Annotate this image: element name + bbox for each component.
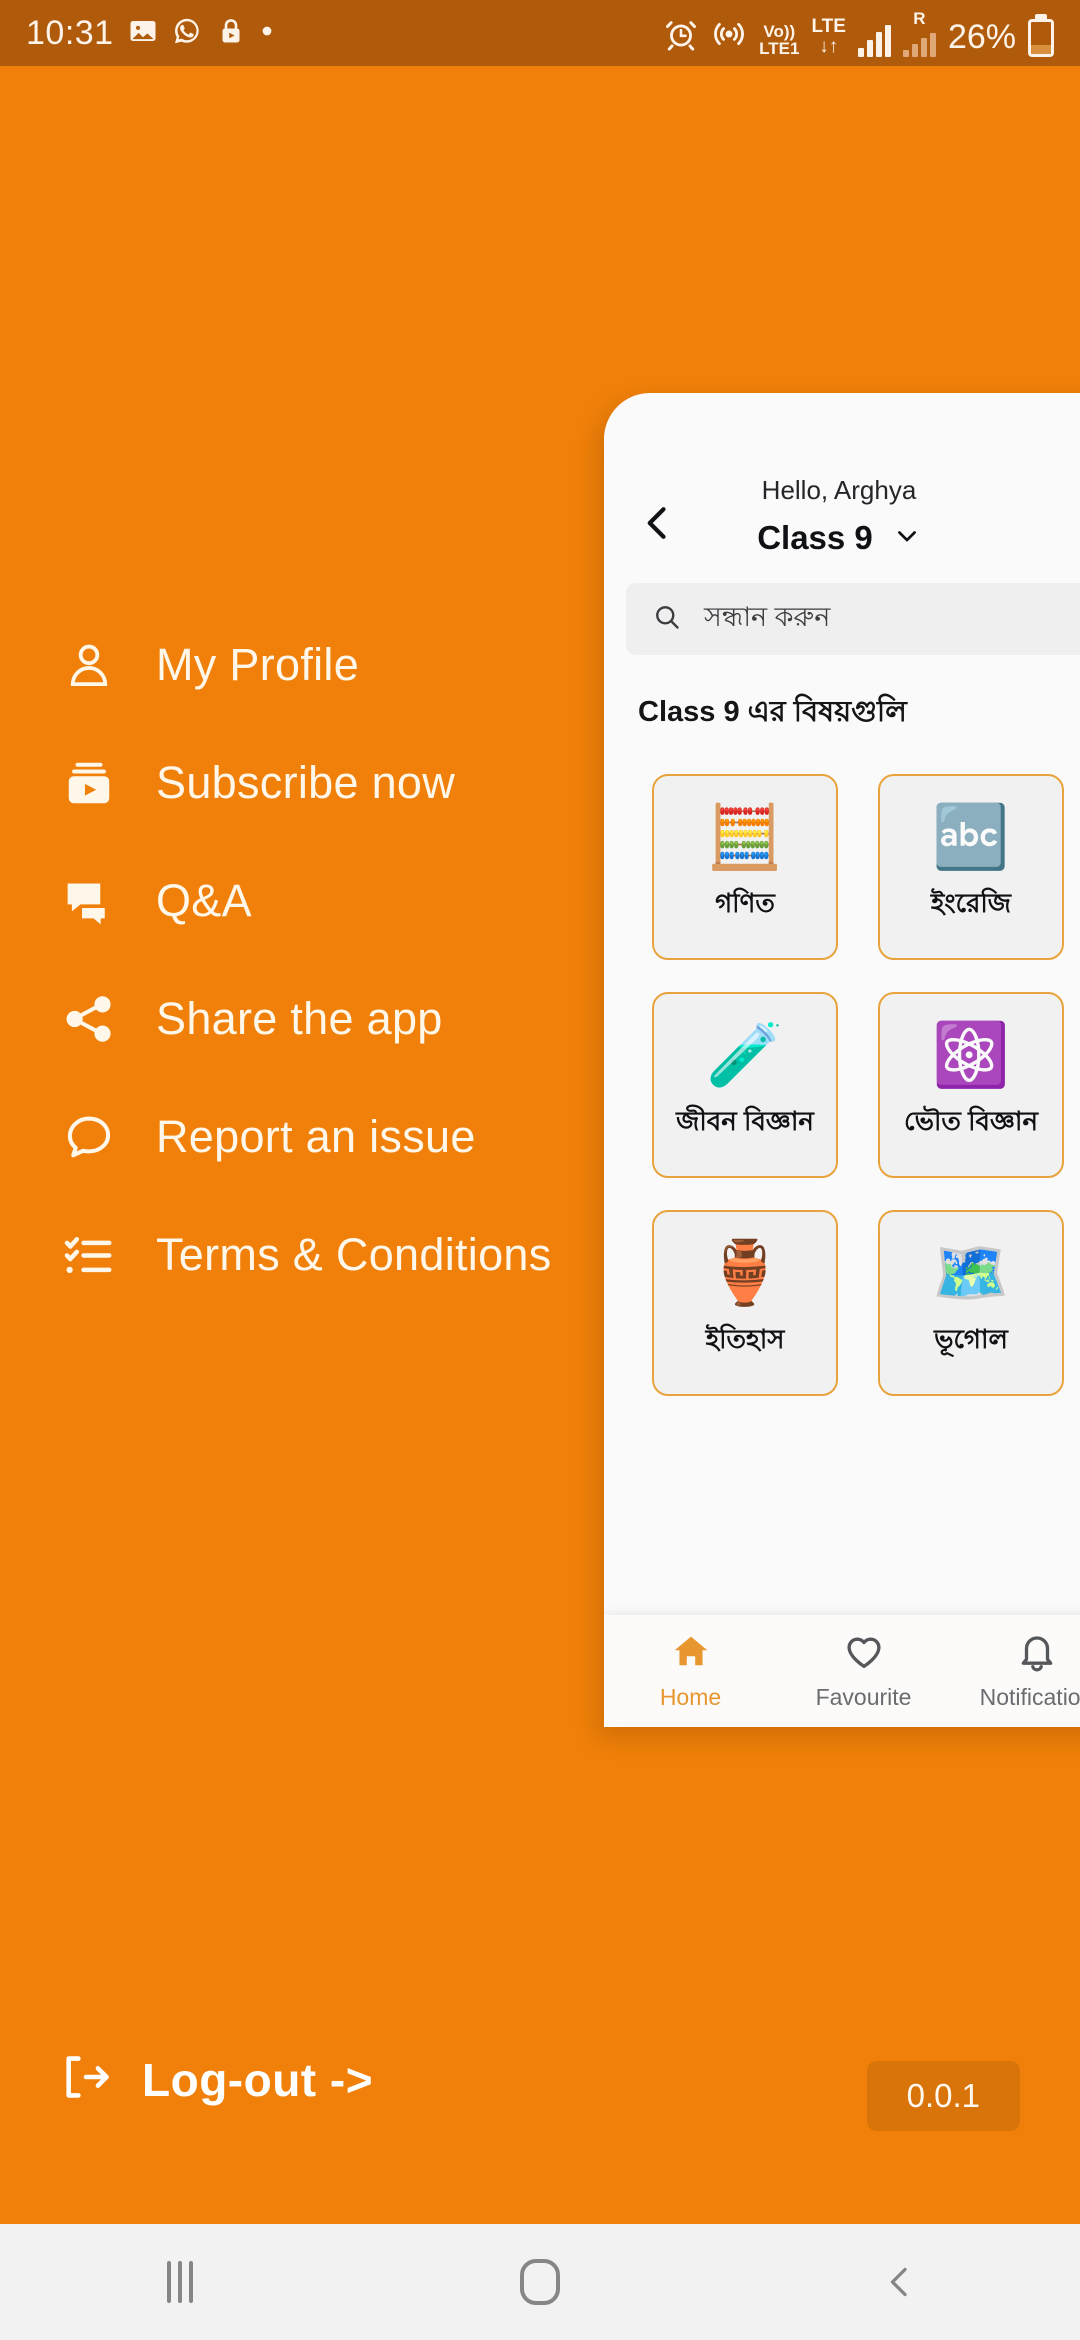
lte-line1: LTE — [811, 15, 846, 37]
status-clock: 10:31 — [26, 13, 114, 52]
hotspot-icon — [711, 16, 747, 57]
menu-label: My Profile — [156, 639, 360, 690]
signal-bars-sim2 — [902, 27, 936, 57]
dot-icon — [260, 24, 274, 43]
menu-item-report-an-issue[interactable]: Report an issue — [60, 1078, 680, 1196]
subject-label: জীবন বিজ্ঞান — [676, 1106, 814, 1136]
volte-indicator: Vo)) LTE1 — [759, 23, 799, 57]
home-icon — [670, 1631, 712, 1678]
bottom-nav-item-favourite[interactable]: Favourite — [777, 1631, 950, 1711]
status-bar-right: Vo)) LTE1 LTE ↓↑ R 26% — [663, 10, 1054, 57]
subject-card-english[interactable]: 🔤 ইংরেজি — [878, 774, 1064, 960]
user-icon — [60, 636, 118, 694]
abc-board-icon: 🔤 — [932, 803, 1010, 872]
class-name-label: Class 9 — [757, 519, 873, 556]
subscribe-icon — [60, 754, 118, 812]
subject-grid: 🧮 গণিত 🔤 ইংরেজি 🧪 জীবন বিজ্ঞান ⚛️ ভৌত বি… — [604, 774, 1080, 1396]
subject-label: ইংরেজি — [930, 888, 1012, 918]
bottom-nav-label: Notification — [979, 1684, 1080, 1710]
globe-map-icon: 🗺️ — [932, 1239, 1010, 1308]
lock-play-icon — [216, 16, 246, 51]
menu-label: Share the app — [156, 993, 443, 1044]
bottom-nav-label: Home — [659, 1684, 722, 1710]
search-input[interactable]: সন্ধান করুন — [626, 583, 1080, 655]
subject-label: ভূগোল — [934, 1324, 1008, 1354]
logout-button[interactable]: Log-out -> — [60, 2051, 373, 2108]
version-badge: 0.0.1 — [866, 2061, 1020, 2131]
subjects-section-title: Class 9 এর বিষয়গুলি — [638, 696, 907, 728]
bottom-nav-item-home[interactable]: Home — [604, 1631, 777, 1711]
signal-bars-sim1 — [857, 24, 891, 57]
lte-data-arrows: ↓↑ — [819, 35, 839, 57]
calculator-ruler-icon: 🧮 — [706, 803, 784, 872]
class-selector[interactable]: Class 9 — [604, 519, 1074, 557]
subject-card-physical-science[interactable]: ⚛️ ভৌত বিজ্ঞান — [878, 992, 1064, 1178]
menu-label: Terms & Conditions — [156, 1229, 552, 1280]
share-icon — [60, 990, 118, 1048]
search-icon — [652, 602, 682, 637]
volte-line2: LTE1 — [759, 38, 800, 58]
bell-icon — [1016, 1631, 1058, 1678]
subject-card-math[interactable]: 🧮 গণিত — [652, 774, 838, 960]
flask-leaf-icon: 🧪 — [706, 1021, 784, 1090]
menu-label: Q&A — [156, 875, 252, 926]
chat-bubbles-icon — [60, 872, 118, 930]
back-icon[interactable] — [830, 2224, 970, 2340]
chevron-down-icon — [893, 522, 921, 555]
bottom-nav-item-notification[interactable]: Notification — [950, 1631, 1080, 1711]
menu-item-q-and-a[interactable]: Q&A — [60, 842, 680, 960]
subject-card-geography[interactable]: 🗺️ ভূগোল — [878, 1210, 1064, 1396]
drawer-menu-list: My Profile Subscribe now Q&A Share the a… — [60, 606, 680, 1314]
battery-icon — [1028, 18, 1054, 57]
exit-icon — [60, 2051, 112, 2108]
subject-label: ভৌত বিজ্ঞান — [904, 1106, 1038, 1136]
alarm-icon — [663, 16, 699, 57]
logout-label: Log-out -> — [142, 2053, 374, 2106]
menu-item-my-profile[interactable]: My Profile — [60, 606, 680, 724]
bottom-nav-label: Favourite — [815, 1684, 912, 1710]
roaming-label: R — [913, 8, 926, 28]
bottom-navigation: Home Favourite Notification — [604, 1615, 1080, 1727]
roaming-signal-sim2: R — [902, 8, 936, 57]
subject-label: গণিত — [715, 888, 775, 918]
subject-card-history[interactable]: 🏺 ইতিহাস — [652, 1210, 838, 1396]
lte-indicator: LTE ↓↑ — [811, 15, 846, 57]
battery-percent: 26% — [947, 17, 1016, 56]
comment-icon — [60, 1108, 118, 1166]
volte-line1: Vo)) — [763, 21, 796, 41]
search-placeholder: সন্ধান করুন — [704, 601, 831, 632]
panel-header: Hello, Arghya Class 9 — [604, 393, 1080, 583]
heart-icon — [843, 1631, 885, 1678]
app-panel: Hello, Arghya Class 9 সন্ধান করুন Class … — [604, 393, 1080, 1727]
home-icon[interactable] — [470, 2224, 610, 2340]
subject-card-life-science[interactable]: 🧪 জীবন বিজ্ঞান — [652, 992, 838, 1178]
menu-label: Subscribe now — [156, 757, 456, 808]
menu-item-subscribe-now[interactable]: Subscribe now — [60, 724, 680, 842]
status-bar-left: 10:31 — [26, 14, 274, 53]
menu-label: Report an issue — [156, 1111, 476, 1162]
artifacts-icon: 🏺 — [706, 1239, 784, 1308]
menu-item-terms-and-conditions[interactable]: Terms & Conditions — [60, 1196, 680, 1314]
recents-icon[interactable] — [110, 2224, 250, 2340]
android-navigation-bar — [0, 2224, 1080, 2340]
subject-label: ইতিহাস — [705, 1324, 785, 1354]
menu-item-share-the-app[interactable]: Share the app — [60, 960, 680, 1078]
checklist-icon — [60, 1226, 118, 1284]
status-bar: 10:31 Vo)) LTE1 LTE ↓↑ R 26% — [0, 0, 1080, 66]
greeting-text: Hello, Arghya — [761, 475, 917, 505]
whatsapp-icon — [172, 16, 202, 51]
atom-board-icon: ⚛️ — [932, 1021, 1010, 1090]
photo-icon — [128, 16, 158, 51]
